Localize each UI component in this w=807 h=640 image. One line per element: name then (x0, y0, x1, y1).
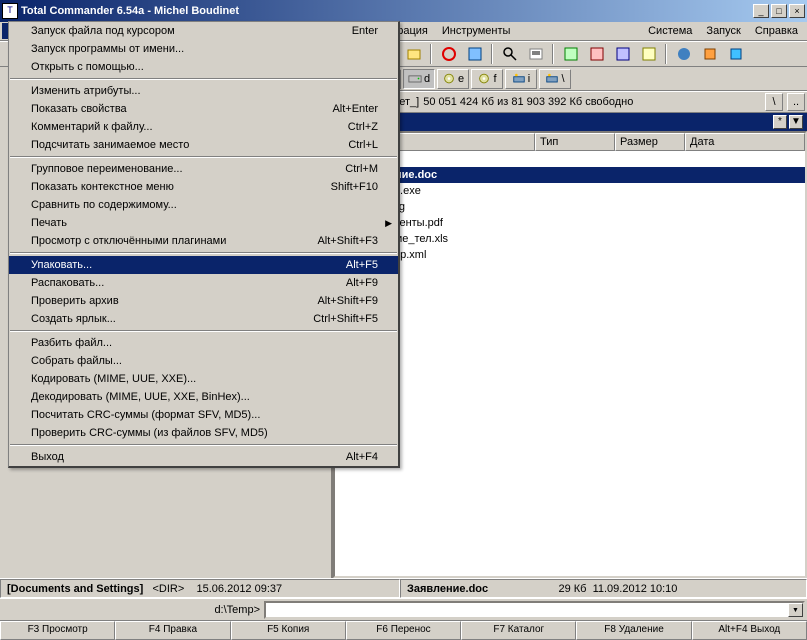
menu-система[interactable]: Система (641, 23, 699, 39)
current-path: d:\Temp\*.* (337, 116, 771, 128)
drive-e[interactable]: e (437, 69, 469, 89)
drive-bar: acdefi\ (333, 67, 807, 91)
right-panel: acdefi\ [-d-]▼ [_нет_] 50 051 424 Кб из … (331, 67, 807, 578)
fkey-button[interactable]: Alt+F4 Выход (692, 621, 807, 640)
command-prompt: d:\Temp> (2, 604, 264, 616)
menuitem[interactable]: Упаковать...Alt+F5 (9, 256, 398, 274)
history-button[interactable]: ▼ (789, 115, 803, 129)
function-key-bar: F3 ПросмотрF4 ПравкаF5 КопияF6 ПереносF7… (0, 620, 807, 640)
toolbar-button[interactable] (611, 43, 634, 65)
path-bar[interactable]: d:\Temp\*.* * ▼ (333, 113, 807, 131)
file-row[interactable]: Замок.jpg (335, 199, 805, 215)
file-row[interactable]: xmlПросмотр.xml (335, 247, 805, 263)
menuitem[interactable]: Проверить архивAlt+Shift+F9 (9, 292, 398, 310)
menuitem[interactable]: Печать▶ (9, 214, 398, 232)
menuitem[interactable]: Проверить CRC-суммы (из файлов SFV, MD5) (9, 424, 398, 442)
menuitem[interactable]: Запуск файла под курсоромEnter (9, 22, 398, 40)
status-right: Заявление.doc 29 Кб 11.09.2012 10:10 (400, 579, 807, 598)
menuitem[interactable]: Изменить атрибуты... (9, 82, 398, 100)
column-Дата[interactable]: Дата (685, 133, 805, 151)
fkey-button[interactable]: F3 Просмотр (0, 621, 115, 640)
menuitem[interactable]: Создать ярлык...Ctrl+Shift+F5 (9, 310, 398, 328)
toolbar-button[interactable] (585, 43, 608, 65)
menuitem[interactable]: Кодировать (MIME, UUE, XXE)... (9, 370, 398, 388)
menuitem[interactable]: Посчитать CRC-суммы (формат SFV, MD5)... (9, 406, 398, 424)
drive-i[interactable]: i (505, 69, 537, 89)
toolbar-button[interactable] (724, 43, 747, 65)
drive-info-bar: [-d-]▼ [_нет_] 50 051 424 Кб из 81 903 3… (333, 91, 807, 113)
menu-справка[interactable]: Справка (748, 23, 805, 39)
file-list[interactable]: ↑ИмяТипРазмерДата [..]Заявление.docTotal… (333, 131, 807, 578)
menuitem[interactable]: Декодировать (MIME, UUE, XXE, BinHex)... (9, 388, 398, 406)
menuitem[interactable]: Показать свойстваAlt+Enter (9, 100, 398, 118)
file-row[interactable]: Заявление.doc (335, 167, 805, 183)
menu-инструменты[interactable]: Инструменты (435, 23, 518, 39)
close-button[interactable]: × (789, 4, 805, 18)
toolbar-button[interactable] (437, 43, 460, 65)
toolbar-button[interactable] (698, 43, 721, 65)
menu-запуск[interactable]: Запуск (699, 23, 747, 39)
column-Размер[interactable]: Размер (615, 133, 685, 151)
toolbar-button[interactable] (524, 43, 547, 65)
file-row[interactable]: Городские_тел.xls (335, 231, 805, 247)
toolbar-button[interactable] (637, 43, 660, 65)
command-input[interactable]: ▼ (264, 601, 805, 619)
menuitem[interactable]: Комментарий к файлу...Ctrl+Z (9, 118, 398, 136)
menuitem[interactable]: Открыть с помощью... (9, 58, 398, 76)
status-left: [Documents and Settings] <DIR> 15.06.201… (0, 579, 400, 598)
menuitem[interactable]: Просмотр с отключёнными плагинамиAlt+Shi… (9, 232, 398, 250)
drive-d[interactable]: d (403, 69, 435, 89)
file-row[interactable]: PDFИнструменты.pdf (335, 215, 805, 231)
column-Тип[interactable]: Тип (535, 133, 615, 151)
toolbar-button[interactable] (463, 43, 486, 65)
menuitem[interactable]: Распаковать...Alt+F9 (9, 274, 398, 292)
drive-f[interactable]: f (471, 69, 503, 89)
titlebar: T Total Commander 6.54a - Michel Boudine… (0, 0, 807, 22)
updir-button[interactable]: .. (787, 93, 805, 111)
menuitem[interactable]: Разбить файл... (9, 334, 398, 352)
file-menu: Запуск файла под курсоромEnterЗапуск про… (8, 21, 400, 468)
toolbar-button[interactable] (672, 43, 695, 65)
app-icon: T (2, 3, 18, 19)
minimize-button[interactable]: _ (753, 4, 769, 18)
root-button[interactable]: \ (765, 93, 783, 111)
filter-button[interactable]: * (773, 115, 787, 129)
file-row[interactable]: [..] (335, 151, 805, 167)
toolbar-button[interactable] (402, 43, 425, 65)
menuitem[interactable]: Показать контекстное менюShift+F10 (9, 178, 398, 196)
status-bar: [Documents and Settings] <DIR> 15.06.201… (0, 578, 807, 598)
workarea: Запуск файла под курсоромEnterЗапуск про… (0, 67, 807, 578)
free-space-text: 50 051 424 Кб из 81 903 392 Кб свободно (423, 96, 761, 108)
fkey-button[interactable]: F7 Каталог (461, 621, 576, 640)
menuitem[interactable]: Сравнить по содержимому... (9, 196, 398, 214)
toolbar-button[interactable] (559, 43, 582, 65)
fkey-button[interactable]: F8 Удаление (576, 621, 691, 640)
column-header: ↑ИмяТипРазмерДата (335, 133, 805, 151)
menuitem[interactable]: Групповое переименование...Ctrl+M (9, 160, 398, 178)
search-button[interactable] (498, 43, 521, 65)
maximize-button[interactable]: □ (771, 4, 787, 18)
menuitem[interactable]: ВыходAlt+F4 (9, 448, 398, 466)
fkey-button[interactable]: F4 Правка (115, 621, 230, 640)
menuitem[interactable]: Собрать файлы... (9, 352, 398, 370)
fkey-button[interactable]: F6 Перенос (346, 621, 461, 640)
command-bar: d:\Temp> ▼ (0, 598, 807, 620)
file-row[interactable]: Totalcmd.exe (335, 183, 805, 199)
left-panel: Запуск файла под курсоромEnterЗапуск про… (0, 67, 331, 578)
menuitem[interactable]: Запуск программы от имени... (9, 40, 398, 58)
window-title: Total Commander 6.54a - Michel Boudinet (21, 5, 751, 17)
menuitem[interactable]: Подсчитать занимаемое местоCtrl+L (9, 136, 398, 154)
drive-\[interactable]: \ (539, 69, 571, 89)
fkey-button[interactable]: F5 Копия (231, 621, 346, 640)
